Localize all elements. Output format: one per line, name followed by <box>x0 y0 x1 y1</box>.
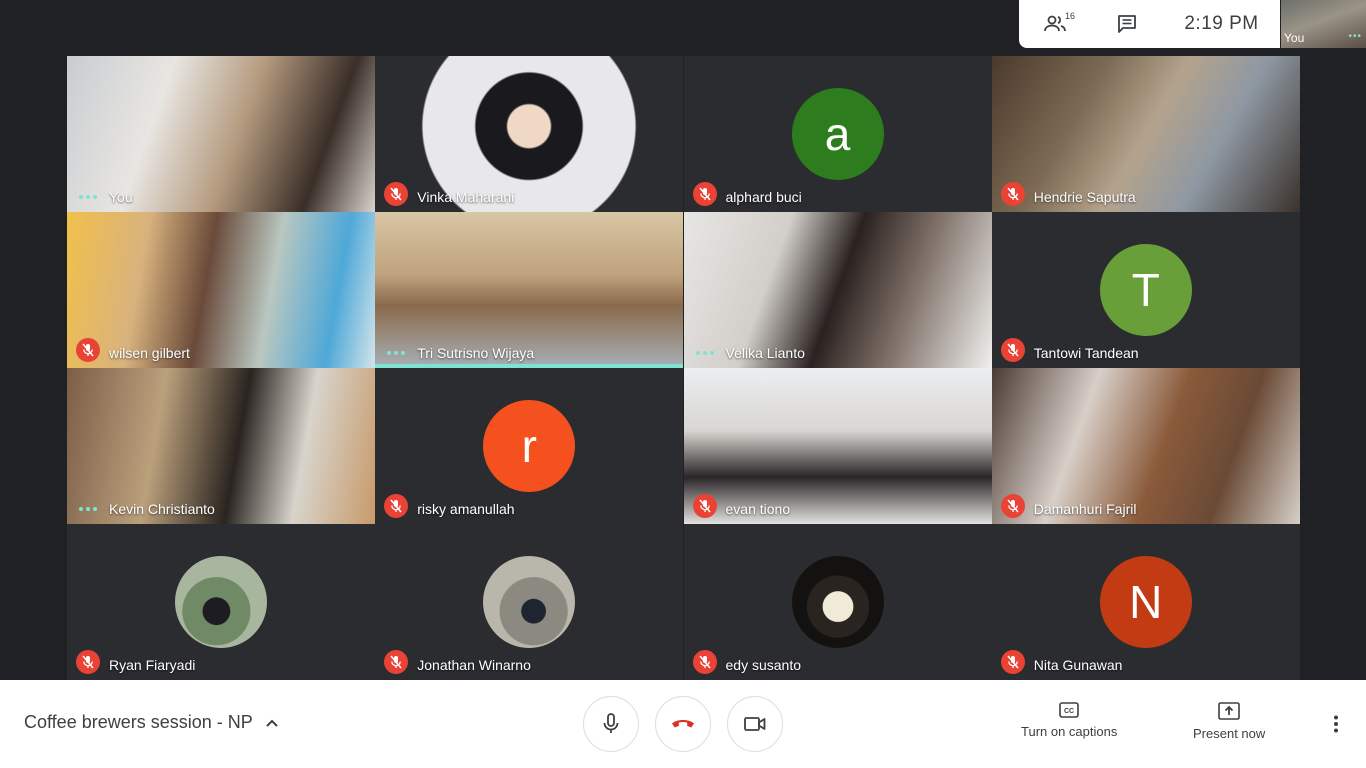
microphone-off-icon <box>1007 499 1019 513</box>
participant-tile[interactable]: r risky amanullah <box>375 368 684 524</box>
participant-tile[interactable]: a alphard buci <box>683 56 992 212</box>
participant-tile[interactable]: Damanhuri Fajril <box>991 368 1300 524</box>
leave-call-button[interactable] <box>655 696 711 752</box>
participant-name: Jonathan Winarno <box>417 657 531 673</box>
muted-indicator <box>692 494 717 518</box>
meeting-info-panel: 16 2:19 PM <box>1019 0 1280 48</box>
muted-indicator <box>1000 182 1025 206</box>
camera-button[interactable] <box>727 696 783 752</box>
more-vertical-icon <box>1334 715 1338 733</box>
present-label: Present now <box>1193 726 1266 741</box>
participant-grid: You Vinka Maharani a alphard buci Hendrie Sa… <box>67 56 1300 680</box>
participant-tile[interactable]: wilsen gilbert <box>67 212 375 368</box>
participant-tile[interactable]: edy susanto <box>683 524 992 680</box>
muted-indicator <box>384 650 409 674</box>
participant-tile[interactable]: evan tiono <box>683 368 992 524</box>
participant-name: Kevin Christianto <box>109 501 215 517</box>
participant-name: Ryan Fiaryadi <box>109 657 196 673</box>
microphone-off-icon <box>82 655 94 669</box>
self-view-thumbnail[interactable]: You ••• <box>1281 0 1366 48</box>
participant-tile[interactable]: Velika Lianto <box>683 212 992 368</box>
muted-indicator <box>384 494 409 518</box>
closed-captions-icon: CC <box>1059 702 1079 718</box>
participant-name: risky amanullah <box>417 501 515 517</box>
captions-button[interactable]: CC Turn on captions <box>1021 702 1117 739</box>
participant-photo-avatar <box>175 556 267 648</box>
chat-button[interactable] <box>1091 0 1163 48</box>
participant-tile[interactable]: Hendrie Saputra <box>991 56 1300 212</box>
participant-name: wilsen gilbert <box>109 345 190 361</box>
participant-tile[interactable]: Vinka Maharani <box>375 56 684 212</box>
participant-name: Hendrie Saputra <box>1033 189 1136 205</box>
microphone-icon <box>603 713 619 733</box>
microphone-off-icon <box>1007 343 1019 357</box>
speaking-indicator <box>79 507 97 511</box>
muted-indicator <box>76 338 100 362</box>
microphone-off-icon <box>390 187 402 201</box>
microphone-off-icon <box>390 499 402 513</box>
participant-tile[interactable]: Tri Sutrisno Wijaya <box>375 212 684 368</box>
captions-label: Turn on captions <box>1021 724 1118 739</box>
participant-name: Vinka Maharani <box>417 189 515 205</box>
chat-icon <box>1118 15 1136 33</box>
muted-indicator <box>692 182 717 206</box>
participant-avatar: a <box>791 88 884 180</box>
participant-name: alphard buci <box>725 189 802 205</box>
self-view-label: You <box>1284 31 1305 45</box>
chevron-up-icon <box>266 719 278 727</box>
meet-window: 16 2:19 PM You ••• You Vinka Maharani a alp… <box>0 0 1366 768</box>
microphone-off-icon <box>698 499 711 513</box>
muted-indicator <box>692 650 717 674</box>
participant-name: Nita Gunawan <box>1033 657 1123 673</box>
muted-indicator <box>1000 338 1025 362</box>
participant-photo-avatar <box>791 556 884 648</box>
meeting-title: Coffee brewers session - NP <box>24 712 253 732</box>
participant-avatar: N <box>1099 556 1192 648</box>
participant-name: You <box>109 189 133 205</box>
participant-tile[interactable]: Kevin Christianto <box>67 368 375 524</box>
participant-name: edy susanto <box>725 657 802 673</box>
speaking-indicator <box>695 351 714 355</box>
participants-button[interactable]: 16 <box>1019 0 1091 48</box>
muted-indicator <box>76 650 100 674</box>
speaking-indicator <box>79 195 97 199</box>
hang-up-icon <box>672 720 694 728</box>
muted-indicator <box>1000 650 1025 674</box>
microphone-off-icon <box>1007 187 1019 201</box>
participant-tile[interactable]: N Nita Gunawan <box>991 524 1300 680</box>
participant-photo-avatar <box>483 556 576 648</box>
participant-avatar: T <box>1099 244 1192 336</box>
participant-name: Velika Lianto <box>725 345 805 361</box>
bottom-control-bar: Coffee brewers session - NP CC Turn on c… <box>0 680 1366 768</box>
microphone-off-icon <box>698 655 711 669</box>
microphone-off-icon <box>82 343 94 357</box>
people-icon <box>1044 15 1066 32</box>
participant-name: Damanhuri Fajril <box>1033 501 1137 517</box>
participant-name: Tri Sutrisno Wijaya <box>417 345 535 361</box>
participant-name: evan tiono <box>725 501 791 517</box>
participant-tile[interactable]: T Tantowi Tandean <box>991 212 1300 368</box>
microphone-off-icon <box>698 187 711 201</box>
meeting-details-toggle[interactable]: Coffee brewers session - NP <box>24 712 279 733</box>
microphone-off-icon <box>390 655 402 669</box>
clock-time: 2:19 PM <box>1184 13 1259 34</box>
participant-tile[interactable]: Ryan Fiaryadi <box>67 524 375 680</box>
microphone-button[interactable] <box>583 696 639 752</box>
self-speaking-indicator: ••• <box>1348 31 1362 42</box>
present-now-button[interactable]: Present now <box>1193 702 1265 741</box>
speaking-indicator <box>387 351 406 355</box>
participant-avatar: r <box>483 400 576 492</box>
camera-icon <box>744 717 766 731</box>
svg-text:CC: CC <box>1064 708 1074 715</box>
participants-count: 16 <box>1065 11 1076 21</box>
participant-tile[interactable]: You <box>67 56 375 212</box>
present-screen-icon <box>1218 702 1240 720</box>
participant-tile[interactable]: Jonathan Winarno <box>375 524 684 680</box>
more-options-button[interactable] <box>1324 712 1348 736</box>
microphone-off-icon <box>1007 655 1019 669</box>
participant-name: Tantowi Tandean <box>1033 345 1139 361</box>
muted-indicator <box>1000 494 1025 518</box>
